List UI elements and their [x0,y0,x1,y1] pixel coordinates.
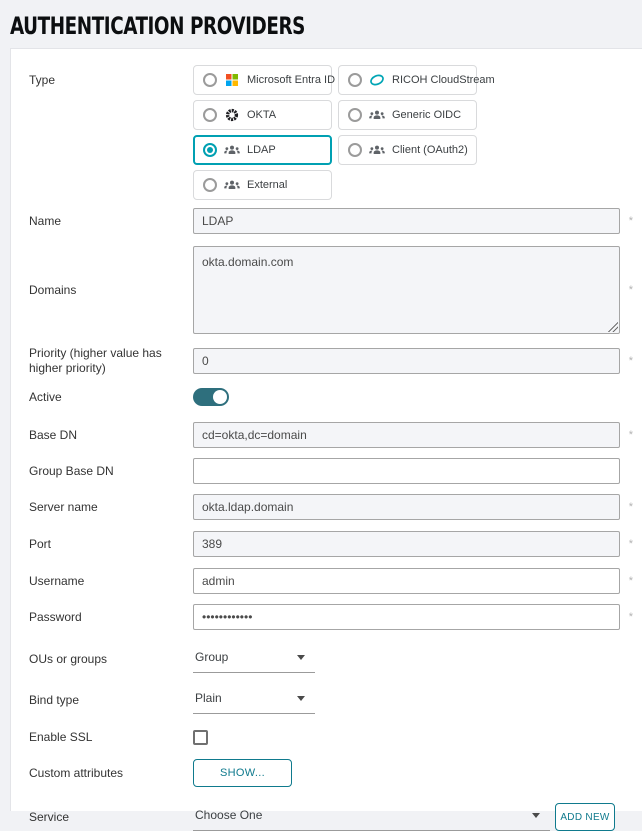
group-icon [224,179,240,191]
enable-ssl-checkbox[interactable] [193,730,208,745]
base-dn-label: Base DN [29,428,193,443]
ous-or-groups-value: Group [195,650,228,664]
radio-icon [203,178,217,192]
username-input[interactable] [193,568,620,594]
form-row-enable-ssl: Enable SSL [29,730,620,745]
required-marker: * [629,284,633,296]
type-option-label: Client (OAuth2) [392,144,468,156]
group-base-dn-label: Group Base DN [29,464,193,479]
name-label: Name [29,214,193,229]
form-row-active: Active [29,388,620,406]
toggle-knob [213,390,227,404]
chevron-down-icon [297,655,305,660]
bind-type-select[interactable]: Plain [193,687,315,714]
service-value: Choose One [195,808,262,822]
form-row-password: Password * [29,604,620,630]
form-row-group-base-dn: Group Base DN [29,458,620,484]
form-row-username: Username * [29,568,620,594]
radio-icon [203,73,217,87]
form-row-domains: Domains okta.domain.com * [29,246,620,334]
service-label: Service [29,810,193,825]
server-name-input[interactable] [193,494,620,520]
name-input[interactable] [193,208,620,234]
custom-attributes-label: Custom attributes [29,766,193,781]
type-option-client-oauth2[interactable]: Client (OAuth2) [338,135,477,165]
form-row-port: Port * [29,531,620,557]
server-name-label: Server name [29,500,193,515]
form-row-bind-type: Bind type Plain [29,687,620,714]
form-row-custom-attributes: Custom attributes SHOW... [29,759,620,787]
type-option-ricoh-cloudstream[interactable]: RICOH CloudStream [338,65,477,95]
type-option-ldap[interactable]: LDAP [193,135,332,165]
type-options: Microsoft Entra ID RICOH CloudStream OKT… [193,65,620,200]
radio-icon [348,108,362,122]
port-label: Port [29,537,193,552]
ous-or-groups-label: OUs or groups [29,652,193,667]
ricoh-cloudstream-logo-icon [369,73,385,87]
type-option-label: OKTA [247,109,276,121]
form-row-service: Service Choose One ADD NEW [29,803,620,831]
ous-or-groups-select[interactable]: Group [193,646,315,673]
form-row-base-dn: Base DN * [29,422,620,448]
username-label: Username [29,574,193,589]
type-option-label: Generic OIDC [392,109,461,121]
radio-icon [348,143,362,157]
priority-label: Priority (higher value has higher priori… [29,346,193,376]
type-option-label: External [247,179,287,191]
active-label: Active [29,390,193,405]
bind-type-label: Bind type [29,693,193,708]
type-option-label: Microsoft Entra ID [247,74,335,86]
okta-logo-icon [224,108,240,122]
required-marker: * [629,355,633,367]
form-row-name: Name * [29,208,620,234]
form-row-priority: Priority (higher value has higher priori… [29,346,620,376]
priority-input[interactable] [193,348,620,374]
enable-ssl-label: Enable SSL [29,730,193,745]
type-option-label: LDAP [247,144,276,156]
group-base-dn-input[interactable] [193,458,620,484]
type-option-external[interactable]: External [193,170,332,200]
group-icon [369,109,385,121]
page-title: AUTHENTICATION PROVIDERS [10,12,305,40]
bind-type-value: Plain [195,691,222,705]
group-icon [369,144,385,156]
service-select[interactable]: Choose One [193,804,550,831]
required-marker: * [629,501,633,513]
required-marker: * [629,215,633,227]
type-label: Type [29,65,193,88]
domains-label: Domains [29,283,193,298]
required-marker: * [629,575,633,587]
radio-icon [203,108,217,122]
base-dn-input[interactable] [193,422,620,448]
chevron-down-icon [532,813,540,818]
type-option-generic-oidc[interactable]: Generic OIDC [338,100,477,130]
required-marker: * [629,538,633,550]
required-marker: * [629,611,633,623]
authentication-provider-form: Type Microsoft Entra ID RICOH CloudStrea… [10,48,642,811]
password-label: Password [29,610,193,625]
form-row-server-name: Server name * [29,494,620,520]
domains-textarea[interactable]: okta.domain.com [193,246,620,334]
radio-icon [348,73,362,87]
resize-handle-icon[interactable] [608,322,618,332]
radio-checked-icon [203,143,217,157]
type-option-label: RICOH CloudStream [392,74,495,86]
add-new-service-button[interactable]: ADD NEW [555,803,615,831]
group-icon [224,144,240,156]
required-marker: * [629,429,633,441]
port-input[interactable] [193,531,620,557]
type-option-okta[interactable]: OKTA [193,100,332,130]
active-toggle[interactable] [193,388,229,406]
chevron-down-icon [297,696,305,701]
password-input[interactable] [193,604,620,630]
form-row-type: Type Microsoft Entra ID RICOH CloudStrea… [29,65,620,200]
type-option-microsoft-entra-id[interactable]: Microsoft Entra ID [193,65,332,95]
form-row-ous-or-groups: OUs or groups Group [29,646,620,673]
microsoft-logo-icon [224,74,240,86]
show-custom-attributes-button[interactable]: SHOW... [193,759,292,787]
